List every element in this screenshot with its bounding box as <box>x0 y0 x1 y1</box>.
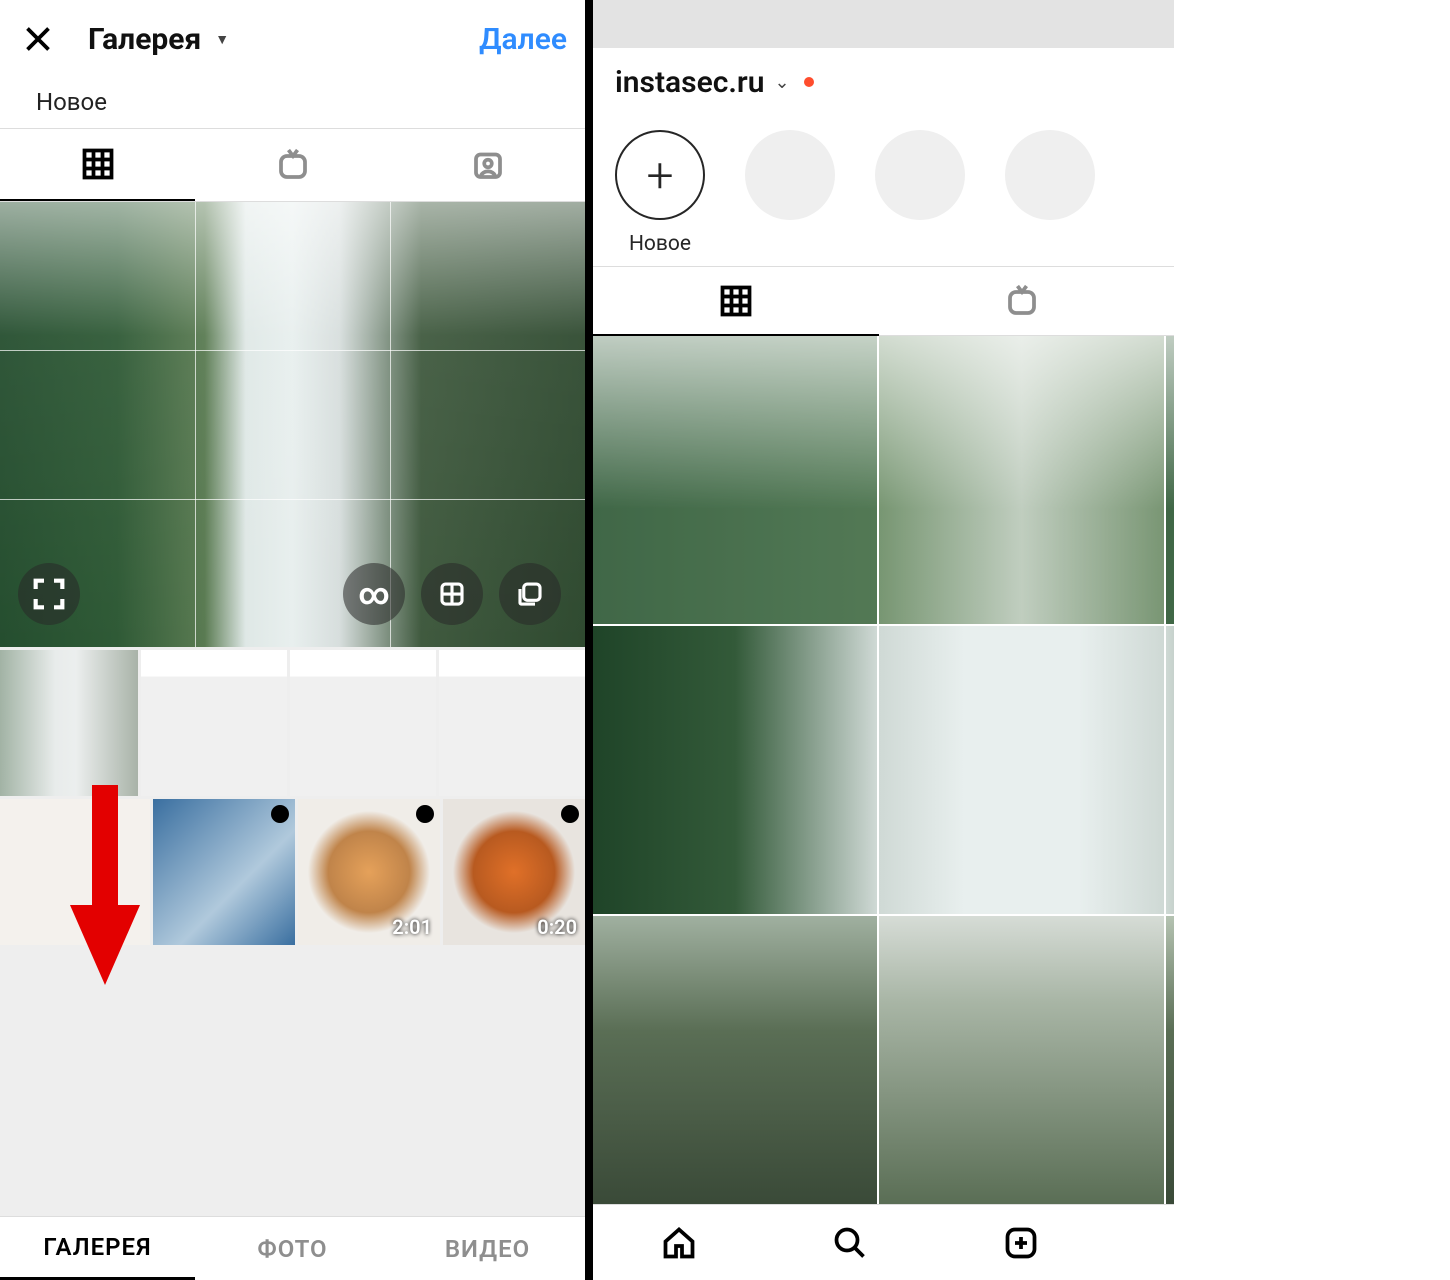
tagged-icon <box>470 147 506 183</box>
layout-button[interactable] <box>421 563 483 625</box>
thumb-row <box>0 650 585 796</box>
crop-mask <box>1174 0 1450 1280</box>
grid-icon <box>80 146 116 182</box>
thumb-item[interactable] <box>153 799 295 945</box>
bottom-tab-photo[interactable]: ФОТО <box>195 1217 390 1280</box>
video-duration: 2:01 <box>392 915 432 939</box>
source-picker-title[interactable]: Галерея <box>88 22 201 57</box>
mode-tab-tagged[interactable] <box>390 129 585 201</box>
close-button[interactable] <box>18 19 58 59</box>
chevron-down-icon[interactable]: ⌄ <box>774 72 789 93</box>
story-add[interactable]: + Новое <box>615 130 705 256</box>
boomerang-button[interactable]: ∞ <box>343 563 405 625</box>
mode-tab-grid[interactable] <box>0 129 195 201</box>
chevron-down-icon: ▼ <box>215 31 229 48</box>
left-bottom-tabs: ГАЛЕРЕЯ ФОТО ВИДЕО <box>0 1216 585 1280</box>
search-icon <box>832 1225 868 1261</box>
tiktok-badge-icon <box>416 805 434 823</box>
thumb-item[interactable] <box>0 650 138 796</box>
feed-cell[interactable] <box>593 626 877 914</box>
nav-home[interactable] <box>653 1217 705 1269</box>
plus-icon: + <box>615 130 705 220</box>
grid-line <box>0 350 585 351</box>
grid-line <box>195 202 196 647</box>
notification-dot-icon <box>804 77 814 87</box>
bottom-tab-gallery[interactable]: ГАЛЕРЕЯ <box>0 1217 195 1280</box>
thumb-item[interactable] <box>439 650 585 796</box>
phone-left: Галерея ▼ Далее Новое <box>0 0 585 1280</box>
thumb-row: 2:01 0:20 <box>0 799 585 945</box>
infinity-icon: ∞ <box>358 577 390 612</box>
igtv-icon <box>1004 283 1040 319</box>
thumb-item[interactable] <box>290 650 436 796</box>
image-preview[interactable]: ∞ <box>0 202 585 647</box>
new-section-label: Новое <box>0 78 585 128</box>
multi-select-icon <box>515 579 545 609</box>
layout-icon <box>437 579 467 609</box>
story-circle <box>745 130 835 220</box>
next-button[interactable]: Далее <box>479 22 567 57</box>
thumb-item[interactable]: 2:01 <box>298 799 440 945</box>
story-placeholder[interactable] <box>1005 130 1095 220</box>
story-add-label: Новое <box>629 232 691 256</box>
story-placeholder[interactable] <box>875 130 965 220</box>
multi-select-button[interactable] <box>499 563 561 625</box>
home-icon <box>661 1225 697 1261</box>
left-mode-tabs <box>0 128 585 202</box>
feed-tab-grid[interactable] <box>593 267 879 335</box>
story-circle <box>875 130 965 220</box>
feed-cell[interactable] <box>879 626 1163 914</box>
nav-add[interactable] <box>995 1217 1047 1269</box>
feed-cell[interactable] <box>879 916 1163 1204</box>
nav-search[interactable] <box>824 1217 876 1269</box>
video-duration: 0:20 <box>537 915 577 939</box>
crop-free-button[interactable] <box>18 563 80 625</box>
mode-tab-igtv[interactable] <box>195 129 390 201</box>
tiktok-badge-icon <box>561 805 579 823</box>
bottom-tab-video[interactable]: ВИДЕО <box>390 1217 585 1280</box>
feed-tab-igtv[interactable] <box>879 267 1165 335</box>
phone-separator <box>585 0 593 1280</box>
igtv-icon <box>275 147 311 183</box>
tiktok-badge-icon <box>271 805 289 823</box>
thumb-item[interactable]: 0:20 <box>443 799 585 945</box>
story-circle <box>1005 130 1095 220</box>
story-placeholder[interactable] <box>745 130 835 220</box>
feed-cell[interactable] <box>593 336 877 624</box>
gallery-thumbnails: 2:01 0:20 <box>0 647 585 1216</box>
left-header: Галерея ▼ Далее <box>0 0 585 78</box>
grid-line <box>0 499 585 500</box>
thumb-item[interactable] <box>0 799 150 945</box>
username[interactable]: instasec.ru <box>615 65 764 100</box>
grid-icon <box>718 283 754 319</box>
thumb-item[interactable] <box>141 650 287 796</box>
add-post-icon <box>1003 1225 1039 1261</box>
close-icon <box>20 21 56 57</box>
crop-expand-icon <box>29 574 69 614</box>
feed-cell[interactable] <box>879 336 1163 624</box>
feed-cell[interactable] <box>593 916 877 1204</box>
